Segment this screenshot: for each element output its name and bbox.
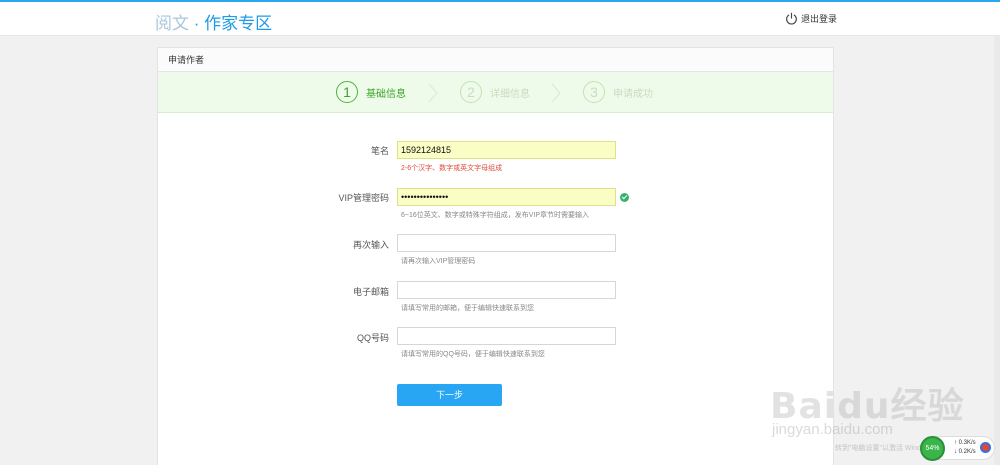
- net-download: ↓ 0.2K/s: [954, 449, 976, 455]
- logout-button[interactable]: 退出登录: [785, 12, 837, 25]
- email-input[interactable]: [397, 281, 616, 299]
- network-speed-widget[interactable]: 54% ↑ 0.3K/s ↓ 0.2K/s: [920, 436, 995, 461]
- apply-author-panel: 申请作者 1 基础信息 2 详细信息 3 申请成功 笔名 1592124815 …: [157, 47, 834, 465]
- vip-password-hint: 6~16位英文、数字或特殊字符组成，发布VIP章节时需要输入: [401, 212, 590, 219]
- confirm-password-label: 再次输入: [352, 240, 389, 250]
- chevron-right-icon: [551, 83, 561, 103]
- pen-name-input[interactable]: 1592124815: [397, 141, 616, 159]
- step-number: 3: [583, 81, 605, 103]
- accelerator-icon: [980, 442, 991, 453]
- step-label: 详细信息: [490, 88, 530, 100]
- qq-label: QQ号码: [356, 333, 389, 343]
- step-basic-info: 1 基础信息: [336, 81, 406, 103]
- confirm-password-hint: 请再次输入VIP管理密码: [401, 258, 476, 265]
- logout-label: 退出登录: [801, 14, 838, 24]
- email-label: 电子邮箱: [352, 287, 389, 297]
- net-percent: 54%: [920, 436, 945, 461]
- step-label: 基础信息: [366, 88, 406, 100]
- pen-name-label: 笔名: [370, 146, 389, 156]
- vip-password-label: VIP管理密码: [338, 193, 389, 203]
- next-step-button[interactable]: 下一步: [397, 384, 502, 406]
- pen-name-hint: 2-6个汉字、数字或英文字母组成: [401, 165, 503, 172]
- step-number: 2: [460, 81, 482, 103]
- chevron-right-icon: [428, 83, 438, 103]
- windows-activation-note: 转到"电脑设置"以激活 Windows: [835, 445, 934, 452]
- logo-separator: ·: [193, 14, 200, 33]
- header: 阅文 · 作家专区 退出登录: [0, 2, 1000, 36]
- site-logo[interactable]: 阅文 · 作家专区: [155, 9, 272, 34]
- vip-password-input[interactable]: •••••••••••••••: [397, 188, 616, 206]
- step-label: 申请成功: [613, 88, 653, 100]
- email-hint: 请填写常用的邮箱，便于编辑快速联系到您: [401, 305, 534, 312]
- power-icon: [786, 12, 797, 25]
- step-progress: 1 基础信息 2 详细信息 3 申请成功: [158, 72, 833, 113]
- scrollbar[interactable]: [994, 36, 1000, 465]
- check-success-icon: [620, 193, 629, 202]
- qq-hint: 请填写常用的QQ号码，便于编辑快速联系到您: [401, 351, 545, 358]
- net-download-value: 0.2K/s: [958, 449, 976, 455]
- logo-part1: 阅文: [155, 14, 189, 33]
- panel-title: 申请作者: [158, 48, 833, 72]
- logo-part2: 作家专区: [204, 14, 273, 33]
- step-apply-success: 3 申请成功: [583, 81, 653, 103]
- qq-input[interactable]: [397, 327, 616, 345]
- net-upload: ↑ 0.3K/s: [954, 440, 976, 446]
- net-upload-value: 0.3K/s: [958, 440, 976, 446]
- step-detail-info: 2 详细信息: [460, 81, 530, 103]
- confirm-password-input[interactable]: [397, 234, 616, 252]
- step-number: 1: [336, 81, 358, 103]
